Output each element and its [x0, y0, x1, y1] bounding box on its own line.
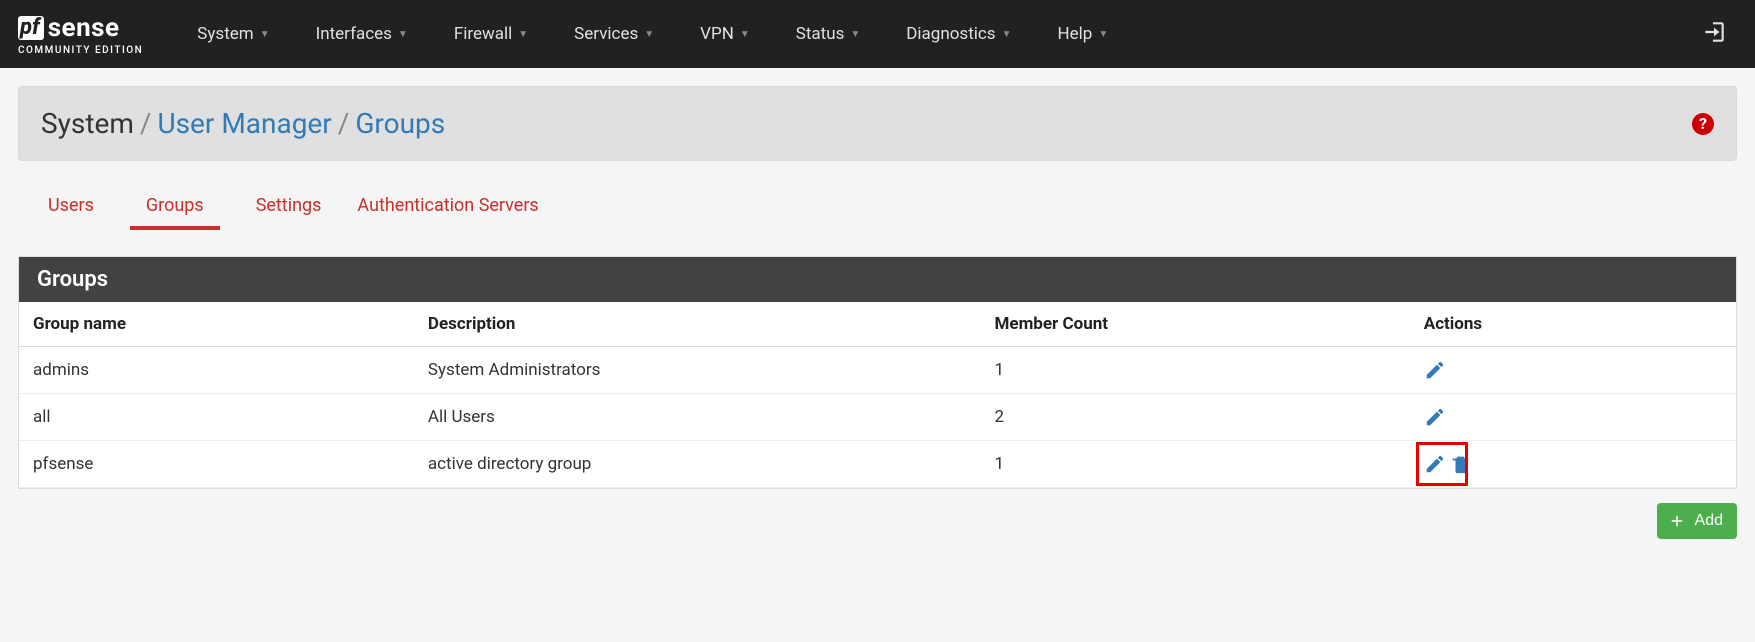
table-row: pfsense active directory group 1: [19, 441, 1736, 488]
brand-pf: pf: [18, 16, 44, 40]
caret-down-icon: ▼: [1002, 29, 1012, 40]
plus-icon: [1667, 511, 1687, 531]
caret-down-icon: ▼: [398, 29, 408, 40]
col-group-name: Group name: [19, 302, 414, 347]
nav-diagnostics[interactable]: Diagnostics▼: [892, 14, 1025, 54]
nav-menu: System▼ Interfaces▼ Firewall▼ Services▼ …: [183, 14, 1122, 54]
cell-description: System Administrators: [414, 347, 981, 394]
nav-system[interactable]: System▼: [183, 14, 283, 54]
cell-description: active directory group: [414, 441, 981, 488]
brand-edition: COMMUNITY EDITION: [18, 45, 143, 56]
caret-down-icon: ▼: [644, 29, 654, 40]
tab-bar: Users Groups Settings Authentication Ser…: [18, 195, 1737, 230]
caret-down-icon: ▼: [1098, 29, 1108, 40]
tab-groups[interactable]: Groups: [130, 195, 220, 230]
groups-panel: Groups Group name Description Member Cou…: [18, 256, 1737, 489]
nav-help[interactable]: Help▼: [1043, 14, 1122, 54]
tab-users[interactable]: Users: [48, 195, 94, 230]
cell-group-name: admins: [19, 347, 414, 394]
cell-group-name: pfsense: [19, 441, 414, 488]
edit-icon[interactable]: [1424, 406, 1446, 428]
brand-logo[interactable]: pf sense COMMUNITY EDITION: [18, 13, 143, 56]
nav-services[interactable]: Services▼: [560, 14, 668, 54]
logout-icon[interactable]: [1701, 19, 1727, 49]
breadcrumb-groups[interactable]: Groups: [355, 107, 445, 140]
edit-icon[interactable]: [1424, 453, 1446, 475]
nav-vpn[interactable]: VPN▼: [686, 14, 764, 54]
cell-member-count: 1: [981, 441, 1410, 488]
help-icon[interactable]: ?: [1692, 113, 1714, 135]
tab-auth-servers[interactable]: Authentication Servers: [357, 195, 538, 230]
delete-icon[interactable]: [1450, 453, 1472, 475]
col-actions: Actions: [1410, 302, 1736, 347]
cell-group-name: all: [19, 394, 414, 441]
breadcrumb: System / User Manager / Groups ?: [18, 86, 1737, 161]
nav-interfaces[interactable]: Interfaces▼: [302, 14, 422, 54]
nav-firewall[interactable]: Firewall▼: [440, 14, 542, 54]
breadcrumb-root: System: [41, 107, 134, 140]
nav-status[interactable]: Status▼: [782, 14, 875, 54]
cell-member-count: 1: [981, 347, 1410, 394]
caret-down-icon: ▼: [260, 29, 270, 40]
top-navbar: pf sense COMMUNITY EDITION System▼ Inter…: [0, 0, 1755, 68]
cell-description: All Users: [414, 394, 981, 441]
tab-settings[interactable]: Settings: [256, 195, 322, 230]
groups-table: Group name Description Member Count Acti…: [19, 302, 1736, 488]
cell-member-count: 2: [981, 394, 1410, 441]
add-button-label: Add: [1695, 512, 1723, 530]
breadcrumb-user-manager[interactable]: User Manager: [157, 107, 331, 140]
panel-title: Groups: [19, 257, 1736, 302]
caret-down-icon: ▼: [518, 29, 528, 40]
table-row: admins System Administrators 1: [19, 347, 1736, 394]
caret-down-icon: ▼: [850, 29, 860, 40]
caret-down-icon: ▼: [740, 29, 750, 40]
col-member-count: Member Count: [981, 302, 1410, 347]
edit-icon[interactable]: [1424, 359, 1446, 381]
brand-sense: sense: [48, 13, 120, 43]
add-button[interactable]: Add: [1657, 503, 1737, 539]
col-description: Description: [414, 302, 981, 347]
table-row: all All Users 2: [19, 394, 1736, 441]
